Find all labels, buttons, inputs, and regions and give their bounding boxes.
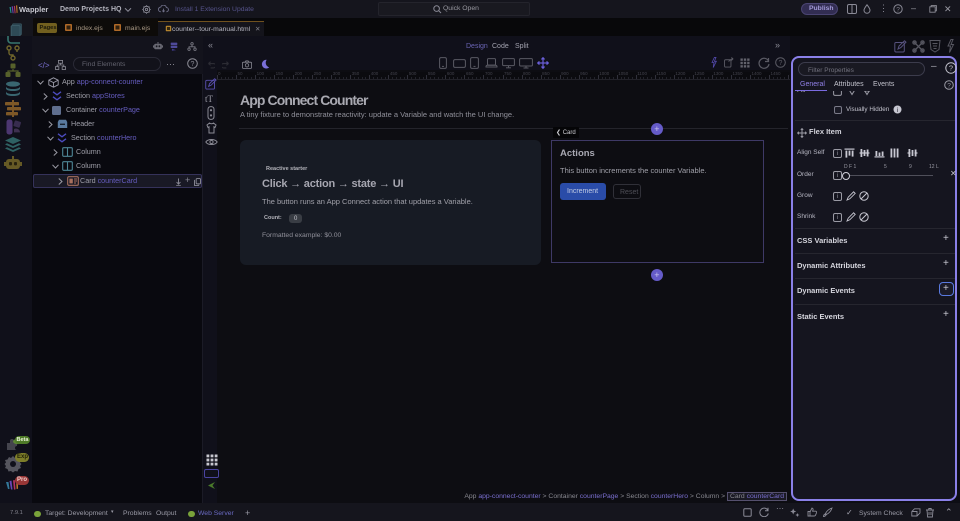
svg-text:?: ?: [896, 6, 900, 13]
svg-text:?: ?: [947, 82, 951, 89]
svg-text:?: ?: [191, 61, 195, 68]
svg-text:?: ?: [949, 64, 953, 73]
svg-text:i: i: [897, 108, 898, 114]
